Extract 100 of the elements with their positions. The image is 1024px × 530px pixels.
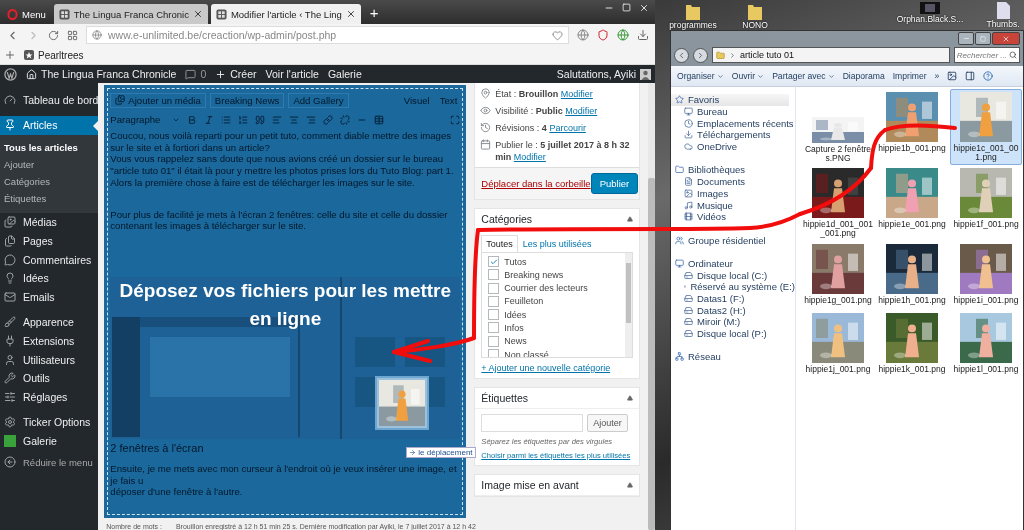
comment-count[interactable]: 0 — [200, 68, 207, 80]
paragraph-text: déposer d'une fenêtre à l'autre. — [110, 486, 244, 498]
address-field[interactable]: www.e-unlimited.be/creaction/wp-admin/post.php — [86, 26, 569, 44]
sidebar-item[interactable]: Pages — [0, 231, 99, 251]
nav-item[interactable]: Datas2 (H:) — [671, 304, 795, 317]
checkbox-label: Non classé — [504, 349, 549, 357]
site-link[interactable]: The Lingua Franca Chronicle — [41, 68, 177, 80]
checkbox-label: Breaking news — [504, 269, 564, 280]
heading: 2 fenêtres à l'écran — [110, 443, 204, 455]
nav-item[interactable]: Disque local (P:) — [671, 327, 795, 340]
nav-item[interactable]: Bibliothèques — [671, 164, 795, 176]
greeting-link[interactable]: Salutations, Ayiki — [556, 68, 636, 80]
sidebar-item[interactable]: Réglages — [0, 387, 99, 407]
submenu-item[interactable]: Catégories — [0, 172, 99, 190]
category-tab[interactable]: Les plus utilisées — [517, 235, 597, 252]
sidebar-item[interactable]: Articles — [0, 115, 99, 135]
sidebar-item[interactable]: Idées — [0, 269, 99, 288]
publish-button[interactable]: Publier — [590, 173, 639, 194]
toolbar-link[interactable]: Voir l'article — [265, 68, 319, 80]
browser-tab[interactable]: Modifier l'article ‹ The Ling — [210, 4, 361, 24]
toolbar-button[interactable]: Organiser — [677, 71, 724, 81]
drag-tooltip: le déplacement — [406, 447, 476, 458]
sidebar-item[interactable]: Outils — [0, 368, 99, 388]
nav-item[interactable]: Disque local (C:) — [671, 269, 795, 281]
toolbar-button[interactable]: Ouvrir — [731, 71, 765, 81]
desktop-icon-label[interactable]: Thumbs. — [986, 19, 1020, 29]
nav-item[interactable]: Musique — [671, 199, 795, 211]
nav-item[interactable]: OneDrive — [671, 140, 795, 153]
paragraph-text: Alors la première chose à faire est de télécharger les images sur le site. — [110, 176, 416, 189]
checkbox-label: Idées — [504, 309, 527, 320]
sidebar-item[interactable]: Commentaires — [0, 250, 99, 269]
checkbox-label: Courrier des lecteurs — [504, 283, 588, 294]
breadcrumb-field[interactable]: article tuto 01 — [712, 47, 950, 63]
more-button[interactable]: » — [934, 71, 940, 81]
checkbox-label: Tutos — [504, 256, 527, 267]
nav-item[interactable]: Ordinateur — [671, 257, 795, 270]
file-item[interactable]: hippie1b_001.png — [876, 89, 948, 165]
edit-link[interactable]: Parcourir — [549, 123, 586, 133]
nav-item[interactable]: Images — [671, 187, 795, 200]
desktop-icon-label[interactable]: Orphan.Black.S... — [896, 14, 964, 24]
add-category-link[interactable]: + Ajouter une nouvelle catégorie — [481, 363, 634, 373]
submenu-item[interactable]: Étiquettes — [0, 189, 99, 207]
file-item[interactable]: Capture 2 fenêtres.PNG — [802, 89, 874, 165]
file-item[interactable]: hippie1c_001_001.png — [950, 89, 1022, 165]
breadcrumb-text: article tuto 01 — [740, 50, 795, 60]
sidebar-item[interactable]: Emails — [0, 287, 99, 307]
nav-item[interactable]: Datas1 (F:) — [671, 292, 795, 305]
nav-item[interactable]: Favoris — [671, 94, 789, 106]
file-item[interactable]: hippie1l_001.png — [950, 310, 1022, 376]
nav-item[interactable]: Réseau — [671, 351, 795, 363]
toolbar-button[interactable]: Partager avec — [772, 71, 835, 81]
file-item[interactable]: hippie1f_001.png — [950, 165, 1022, 241]
nav-item[interactable]: Miroir (M:) — [671, 316, 795, 328]
edit-link[interactable]: Modifier — [565, 106, 598, 116]
file-item[interactable]: hippie1i_001.png — [950, 241, 1022, 310]
nav-item[interactable]: Vidéos — [671, 210, 795, 223]
new-tab-button[interactable]: + — [363, 4, 385, 24]
file-item[interactable]: hippie1j_001.png — [802, 310, 874, 376]
nav-item[interactable]: Emplacements récents — [671, 117, 795, 130]
browser-tab[interactable]: Menu — [2, 4, 51, 24]
file-item[interactable]: hippie1g_001.png — [802, 241, 874, 310]
category-tab[interactable]: Toutes — [481, 235, 518, 252]
create-link[interactable]: Créer — [230, 68, 257, 80]
nav-item[interactable]: Documents — [671, 175, 795, 188]
collapse-link[interactable]: Réduire le menu — [23, 456, 93, 468]
box-title: Catégories — [481, 213, 533, 225]
paragraph-text: Coucou, nous voilà reparti pour un petit tuto, comment diable mettre des images sur le site et à fortiori dans un article? — [110, 130, 453, 154]
submenu-item[interactable]: Tous les articles — [0, 138, 99, 156]
box-title: Étiquettes — [481, 392, 528, 404]
edit-link[interactable]: Modifier — [513, 152, 546, 162]
bookmark-link[interactable]: Pearltrees — [38, 49, 84, 61]
sidebar-item[interactable]: Utilisateurs — [0, 350, 99, 369]
file-item[interactable]: hippie1d_001_001_001.png — [802, 165, 874, 241]
nav-item[interactable]: Groupe résidentiel — [671, 234, 795, 246]
status-text: Publier le : 5 juillet 2017 à 8 h 32 min Modifier — [495, 139, 631, 163]
desktop-icon-label[interactable]: programmes — [669, 20, 717, 30]
submenu-item[interactable]: Ajouter — [0, 155, 99, 173]
toolbar-link[interactable]: Galerie — [327, 68, 362, 80]
paragraph-text: Vous vous rappelez sans doute que nous avions créé un dossier sur le bureau "article tuto 01" il était là pour y mettre les photos prises lors du Tuto Blog: part 1. — [110, 153, 455, 177]
sidebar-item[interactable]: Ticker Options — [0, 412, 99, 432]
nav-item[interactable]: Réservé au système (E:) — [671, 281, 795, 293]
sidebar-item[interactable]: Apparence — [0, 312, 99, 332]
file-item[interactable]: hippie1h_001.png — [876, 241, 948, 310]
nav-item[interactable]: Téléchargements — [671, 129, 795, 141]
browser-tab[interactable]: The Lingua Franca Chronic — [53, 4, 208, 24]
search-field[interactable]: Rechercher ... — [953, 47, 1020, 63]
toolbar-button[interactable]: Imprimer — [892, 71, 927, 81]
file-item[interactable]: hippie1e_001.png — [876, 165, 948, 241]
sidebar-item[interactable]: Extensions — [0, 331, 99, 351]
edit-link[interactable]: Modifier — [560, 89, 593, 99]
toolbar-button[interactable]: Diaporama — [842, 71, 885, 81]
desktop-icon-label[interactable]: NONO — [742, 20, 768, 30]
sidebar-item[interactable]: Galerie — [0, 431, 99, 451]
status-text: Révisions : 4 Parcourir — [495, 122, 586, 134]
sidebar-item[interactable]: Tableau de bord — [0, 91, 99, 110]
file-item[interactable]: hippie1k_001.png — [876, 310, 948, 376]
nav-item[interactable]: Bureau — [671, 105, 795, 118]
trash-link[interactable]: Déplacer dans la corbeille — [481, 178, 591, 189]
add-tag-button[interactable]: Ajouter — [587, 414, 628, 432]
sidebar-item[interactable]: Médias — [0, 212, 99, 232]
